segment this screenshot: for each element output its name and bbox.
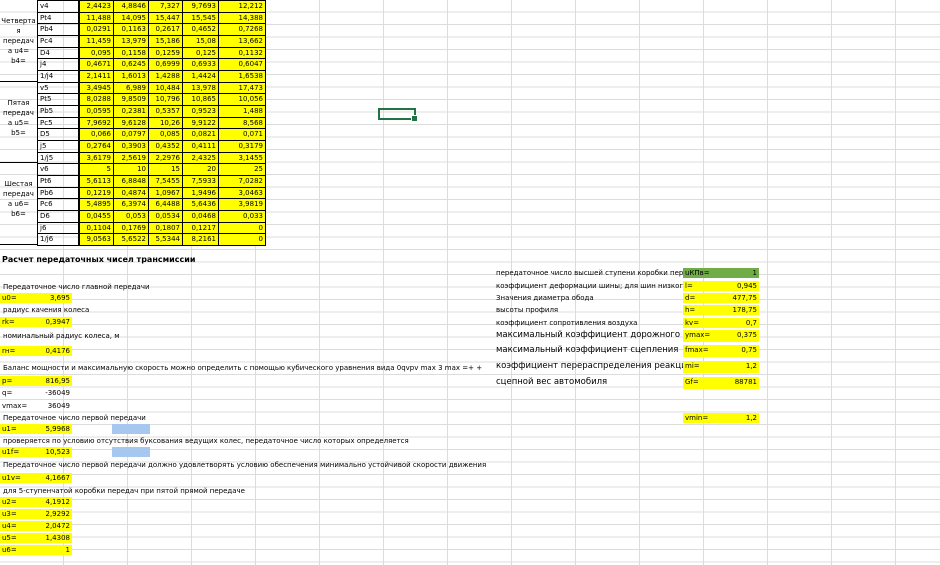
param-value[interactable]: 4,1667 xyxy=(36,473,72,483)
param-value[interactable]: 36049 xyxy=(36,401,72,411)
param-label[interactable]: vmax= xyxy=(0,401,36,411)
param-description: передаточное число высшей ступени коробк… xyxy=(496,269,683,277)
spreadsheet-grid[interactable]: Четверта я передач а u4= b4= v4 2,4423 4,88… xyxy=(0,0,940,565)
param-value[interactable]: 1,2 xyxy=(721,361,759,373)
gear-ratio-label[interactable]: u3= xyxy=(0,509,36,519)
param-value[interactable]: 0,945 xyxy=(721,281,759,291)
gear-group-name: Четверта я передач а u4= b4= xyxy=(1,16,36,65)
text-label: Баланс мощности и максимальную скорость … xyxy=(3,364,483,372)
param-value[interactable]: 10,523 xyxy=(36,447,72,457)
gear-group-name: Пятая передач а u5= b5= xyxy=(3,98,34,137)
data-cell[interactable]: 5,6522 xyxy=(113,233,149,247)
gear-ratio-label[interactable]: u2= xyxy=(0,497,36,507)
param-label[interactable]: u0= xyxy=(0,293,36,303)
param-value[interactable]: -36049 xyxy=(36,388,72,398)
text-label: Передаточное число главной передачи xyxy=(3,283,150,291)
param-value[interactable]: 5,9968 xyxy=(36,424,72,434)
data-cell[interactable]: 5,5344 xyxy=(148,233,183,247)
gear-ratio-value[interactable]: 1 xyxy=(36,545,72,555)
fill-handle[interactable] xyxy=(411,115,418,122)
param-value[interactable]: 0,4176 xyxy=(36,346,72,356)
param-value[interactable]: 816,95 xyxy=(36,376,72,386)
param-label[interactable]: mi= xyxy=(683,361,721,373)
param-label[interactable]: uКПв= xyxy=(683,268,721,278)
param-description: Значения диаметра обода xyxy=(496,294,594,302)
param-label[interactable]: p= xyxy=(0,376,36,386)
param-description: максимальный коэффициент дорожного сопро… xyxy=(496,330,683,340)
param-label[interactable]: vmin= xyxy=(683,413,721,423)
selected-cell[interactable] xyxy=(378,108,418,122)
param-label[interactable]: l= xyxy=(683,281,721,291)
param-label[interactable]: Gf= xyxy=(683,377,721,389)
gear-group-name: Шестая передач а u6= b6= xyxy=(3,180,34,219)
param-description: максимальный коэффициент сцепления xyxy=(496,345,679,355)
gear-ratio-label[interactable]: u6= xyxy=(0,545,36,555)
gear-ratio-value[interactable]: 1,4308 xyxy=(36,533,72,543)
param-description: коэффициент сопротивления воздуха xyxy=(496,319,638,327)
param-label[interactable]: u1v= xyxy=(0,473,36,483)
param-label[interactable]: fmax= xyxy=(683,345,721,357)
param-label[interactable]: rн= xyxy=(0,346,36,356)
data-cell[interactable]: 8,2161 xyxy=(182,233,219,247)
text-label: Передаточное число первой передачи xyxy=(3,414,146,422)
param-value[interactable]: 178,75 xyxy=(721,305,759,315)
param-description: сцепной вес автомобиля xyxy=(496,377,608,387)
section-title: Расчет передаточных чисел трансмиссии xyxy=(2,255,196,264)
text-label: радиус качения колеса xyxy=(3,306,90,314)
text-label: для 5-ступенчатой коробки передач при пя… xyxy=(3,487,245,495)
param-value[interactable]: 1,2 xyxy=(721,413,759,423)
param-label[interactable]: rk= xyxy=(0,317,36,327)
param-label[interactable]: d= xyxy=(683,293,721,303)
param-value[interactable]: 0,375 xyxy=(721,330,759,342)
param-label[interactable]: u1= xyxy=(0,424,36,434)
gear-ratio-label[interactable]: u4= xyxy=(0,521,36,531)
param-description: высоты профиля xyxy=(496,306,559,314)
param-value[interactable]: 0,7 xyxy=(721,318,759,328)
param-value[interactable]: 1 xyxy=(721,268,759,278)
text-label: Передаточное число первой передачи должн… xyxy=(3,461,487,469)
param-label[interactable]: q= xyxy=(0,388,36,398)
gear-ratio-value[interactable]: 2,9292 xyxy=(36,509,72,519)
param-description: коэффициент деформации шины; для шин низ… xyxy=(496,282,683,290)
gear-ratio-label[interactable]: u5= xyxy=(0,533,36,543)
text-label: номинальный радиус колеса, м xyxy=(3,332,120,340)
param-value[interactable]: 3,695 xyxy=(36,293,72,303)
param-label[interactable]: kv= xyxy=(683,318,721,328)
param-value[interactable]: 0,75 xyxy=(721,345,759,357)
row-label[interactable]: 1/j6 xyxy=(37,233,79,247)
highlight-cell[interactable] xyxy=(112,447,150,457)
data-cell[interactable]: 9,0563 xyxy=(79,233,114,247)
param-description: коэффициент перераспределения реакций xyxy=(496,361,683,371)
text-label: проверяется по условию отсутствия буксов… xyxy=(3,437,409,445)
param-value[interactable]: 88781 xyxy=(721,377,759,389)
param-label[interactable]: ymax= xyxy=(683,330,721,342)
param-value[interactable]: 477,75 xyxy=(721,293,759,303)
gear-ratio-value[interactable]: 2,0472 xyxy=(36,521,72,531)
param-label[interactable]: u1f= xyxy=(0,447,36,457)
param-value[interactable]: 0,3947 xyxy=(36,317,72,327)
param-label[interactable]: h= xyxy=(683,305,721,315)
data-cell[interactable]: 0 xyxy=(218,233,266,247)
highlight-cell[interactable] xyxy=(112,424,150,434)
gear-ratio-value[interactable]: 4,1912 xyxy=(36,497,72,507)
